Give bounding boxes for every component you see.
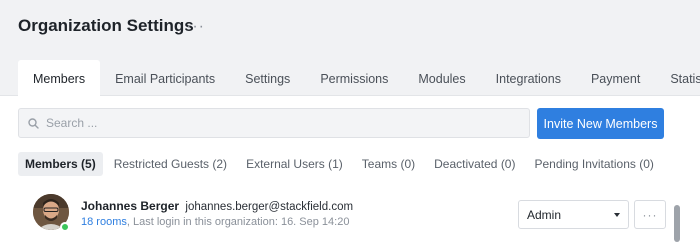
title-more-icon[interactable]: ··· xyxy=(186,18,205,36)
member-rooms-link[interactable]: 18 rooms xyxy=(81,216,127,228)
search-box[interactable] xyxy=(18,108,530,138)
chevron-down-icon xyxy=(614,213,620,217)
online-status-dot xyxy=(60,222,70,232)
scrollbar[interactable] xyxy=(674,205,680,242)
member-last-login: , Last login in this organization: 16. S… xyxy=(126,216,350,228)
settings-tabs: Members Email Participants Settings Perm… xyxy=(18,60,700,97)
tab-modules[interactable]: Modules xyxy=(403,60,480,97)
page-title: Organization Settings xyxy=(18,16,194,35)
tab-members[interactable]: Members xyxy=(18,60,101,97)
tab-payment[interactable]: Payment xyxy=(576,60,655,97)
role-select-value: Admin xyxy=(527,207,562,222)
tab-settings[interactable]: Settings xyxy=(230,60,305,97)
subtab-deactivated[interactable]: Deactivated (0) xyxy=(426,152,523,176)
tab-permissions[interactable]: Permissions xyxy=(305,60,403,97)
tab-statistics[interactable]: Statistics xyxy=(655,60,700,97)
settings-header: Organization Settings ··· Members Email … xyxy=(0,0,700,97)
invite-new-members-button[interactable]: Invite New Members xyxy=(537,108,664,139)
member-row: Johannes Berger johannes.berger@stackfie… xyxy=(0,186,700,242)
member-filter-tabs: Members (5) Restricted Guests (2) Extern… xyxy=(18,152,665,176)
tab-email-participants[interactable]: Email Participants xyxy=(100,60,230,97)
subtab-pending-invitations[interactable]: Pending Invitations (0) xyxy=(526,152,661,176)
tab-integrations[interactable]: Integrations xyxy=(481,60,576,97)
role-select[interactable]: Admin xyxy=(518,200,629,229)
subtab-members[interactable]: Members (5) xyxy=(18,152,103,176)
subtab-external-users[interactable]: External Users (1) xyxy=(238,152,351,176)
subtab-teams[interactable]: Teams (0) xyxy=(354,152,423,176)
member-name[interactable]: Johannes Berger xyxy=(81,199,179,213)
subtab-restricted-guests[interactable]: Restricted Guests (2) xyxy=(106,152,235,176)
member-email: johannes.berger@stackfield.com xyxy=(185,201,354,213)
search-input[interactable] xyxy=(46,116,526,130)
search-icon xyxy=(28,117,39,129)
member-more-button[interactable]: ··· xyxy=(634,200,666,229)
